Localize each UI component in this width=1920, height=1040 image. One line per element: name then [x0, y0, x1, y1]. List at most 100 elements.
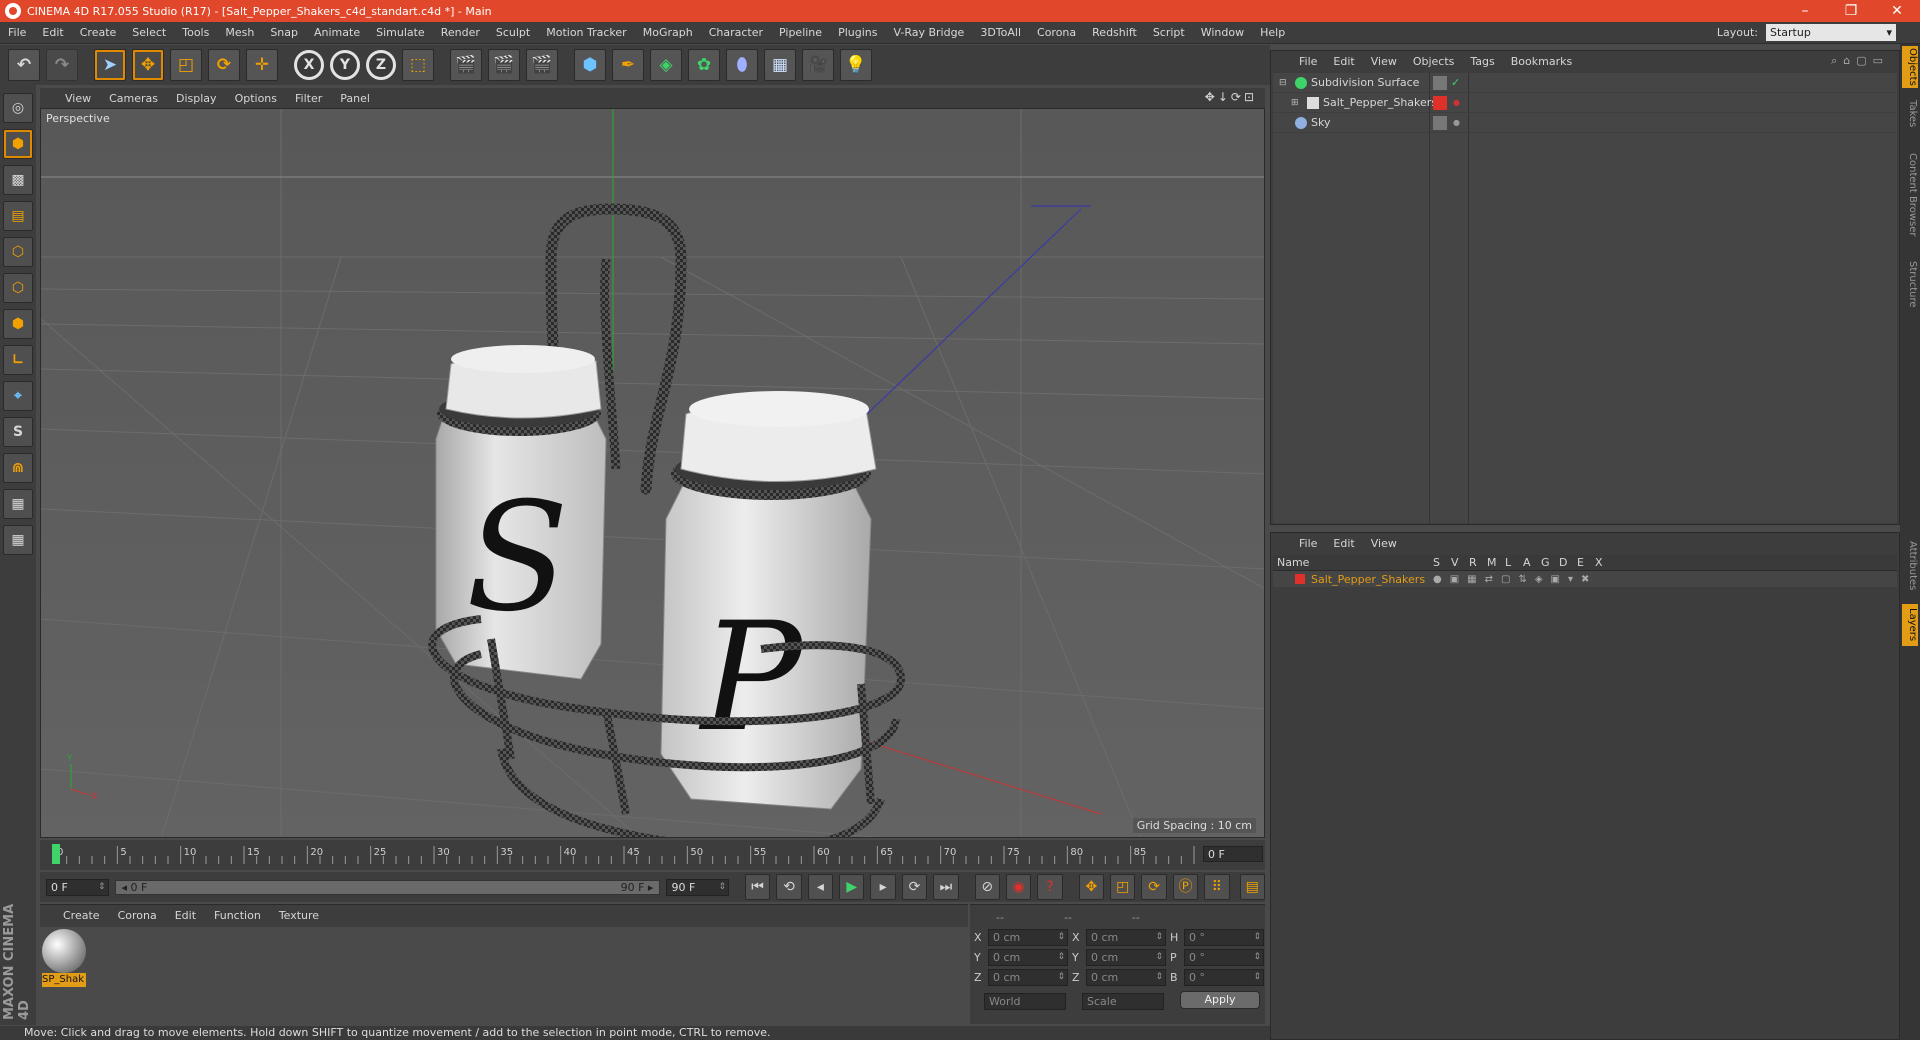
viewport-menu-options[interactable]: Options [226, 92, 286, 105]
pos-z-field[interactable]: 0 cm [988, 969, 1068, 986]
points-mode-button[interactable]: ⬡ [3, 237, 33, 267]
render-to-picture-viewer-button[interactable]: 🎬 [488, 49, 520, 81]
viewport-menu-view[interactable]: View [56, 92, 100, 105]
layer-col-expressions[interactable]: E [1577, 556, 1584, 569]
layer-col-name[interactable]: Name [1277, 556, 1309, 569]
side-tab-objects[interactable]: Objects [1902, 46, 1918, 88]
viewport-menu-cameras[interactable]: Cameras [100, 92, 167, 105]
apply-button[interactable]: Apply [1180, 991, 1260, 1009]
frame-range-slider[interactable]: ◂ 0 F 90 F ▸ [114, 879, 661, 895]
object-row[interactable]: Sky ● [1273, 113, 1897, 133]
layer-row[interactable]: Salt_Pepper_Shakers ●▣▦⇄▢⇅◈▣▾✖ [1273, 571, 1897, 587]
menu-help[interactable]: Help [1252, 26, 1293, 39]
go-to-end-button[interactable]: ⏭ [933, 874, 959, 900]
menu-select[interactable]: Select [124, 26, 174, 39]
menu-create[interactable]: Create [72, 26, 125, 39]
add-cube-button[interactable]: ⬢ [574, 49, 606, 81]
perspective-viewport[interactable]: S P Y X Perspective Grid Spacing : 10 cm [40, 108, 1265, 838]
object-row[interactable]: ⊞ Salt_Pepper_Shakers ● [1273, 93, 1897, 113]
viewport-menu-panel[interactable]: Panel [331, 92, 379, 105]
menu-simulate[interactable]: Simulate [368, 26, 433, 39]
layer-col-render[interactable]: R [1469, 556, 1477, 569]
y-axis-lock-button[interactable]: Y [330, 50, 360, 80]
add-floor-button[interactable]: ▦ [764, 49, 796, 81]
side-tab-content-browser[interactable]: Content Browser [1902, 140, 1918, 250]
edges-mode-button[interactable]: ⬡ [3, 273, 33, 303]
rot-p-field[interactable]: 0 ° [1184, 949, 1264, 966]
menu-window[interactable]: Window [1193, 26, 1252, 39]
playhead-marker[interactable] [52, 844, 60, 864]
menu-character[interactable]: Character [701, 26, 771, 39]
key-parameter-button[interactable]: Ⓟ [1172, 874, 1199, 900]
menu-vray-bridge[interactable]: V-Ray Bridge [885, 26, 972, 39]
layer-menu-file[interactable]: File [1291, 537, 1325, 550]
layer-col-manager[interactable]: M [1487, 556, 1497, 569]
coordinate-system-button[interactable]: ⬚ [402, 49, 434, 81]
viewport-navigation-icons[interactable]: ✥↓⟳⊡ [1205, 90, 1257, 104]
polygons-mode-button[interactable]: ⬢ [3, 309, 33, 339]
layer-flag-icons[interactable]: ●▣▦⇄▢⇅◈▣▾✖ [1433, 574, 1597, 585]
layer-col-solo[interactable]: S [1433, 556, 1440, 569]
visibility-toggle-icon[interactable] [1433, 116, 1447, 130]
make-editable-button[interactable]: ◎ [3, 93, 33, 123]
visibility-dots-icon[interactable]: ● [1453, 118, 1460, 127]
layer-color-icon[interactable] [1433, 96, 1447, 110]
side-tab-structure[interactable]: Structure [1902, 254, 1918, 314]
layer-col-locked[interactable]: L [1505, 556, 1511, 569]
object-menu-edit[interactable]: Edit [1325, 55, 1362, 68]
layer-col-animation[interactable]: A [1523, 556, 1531, 569]
layer-col-visible[interactable]: V [1451, 556, 1459, 569]
close-button[interactable]: ✕ [1874, 0, 1920, 22]
axis-mode-button[interactable]: ∟ [3, 345, 33, 375]
key-rotation-button[interactable]: ⟳ [1141, 874, 1167, 900]
add-deformer-button[interactable]: ⬮ [726, 49, 758, 81]
minimize-button[interactable]: – [1782, 0, 1828, 22]
object-menu-objects[interactable]: Objects [1405, 55, 1463, 68]
menu-edit[interactable]: Edit [34, 26, 71, 39]
live-selection-button[interactable]: ➤ [94, 49, 126, 81]
add-pen-button[interactable]: ✒ [612, 49, 644, 81]
add-camera-button[interactable]: 🎥 [802, 49, 834, 81]
size-z-field[interactable]: 0 cm [1086, 969, 1166, 986]
collapse-icon[interactable]: ⊟ [1279, 78, 1291, 88]
motion-path-button[interactable]: ⊘ [974, 874, 1000, 900]
move-tool-button[interactable]: ✥ [132, 49, 164, 81]
render-settings-button[interactable]: 🎬 [526, 49, 558, 81]
menu-script[interactable]: Script [1145, 26, 1193, 39]
menu-plugins[interactable]: Plugins [830, 26, 885, 39]
go-to-start-button[interactable]: ⏮ [744, 874, 771, 900]
material-menu-function[interactable]: Function [205, 909, 270, 922]
visibility-toggle-icon[interactable] [1433, 76, 1447, 90]
timeline-window-button[interactable]: ▤ [1239, 874, 1265, 900]
add-subdivision-button[interactable]: ◈ [650, 49, 682, 81]
menu-mograph[interactable]: MoGraph [635, 26, 701, 39]
material-menu-edit[interactable]: Edit [166, 909, 205, 922]
object-panel-nav-icons[interactable]: ⌕⌂▢▭ [1831, 54, 1889, 68]
enabled-check-icon[interactable]: ✓ [1451, 76, 1460, 89]
scale-tool-button[interactable]: ◰ [170, 49, 202, 81]
redo-button[interactable]: ↷ [46, 49, 78, 81]
pos-x-field[interactable]: 0 cm [988, 929, 1068, 946]
next-frame-button[interactable]: ▸ [870, 874, 896, 900]
material-menu-texture[interactable]: Texture [270, 909, 328, 922]
material-menu-corona[interactable]: Corona [109, 909, 166, 922]
size-y-field[interactable]: 0 cm [1086, 949, 1166, 966]
play-button[interactable]: ▶ [839, 874, 865, 900]
side-tab-attributes[interactable]: Attributes [1902, 534, 1918, 598]
x-axis-lock-button[interactable]: X [294, 50, 324, 80]
menu-file[interactable]: File [0, 26, 34, 39]
menu-3dtoall[interactable]: 3DToAll [972, 26, 1029, 39]
timeline-ruler[interactable]: 051015202530354045505560657075808590 0 F [40, 840, 1265, 870]
material-menu-create[interactable]: Create [54, 909, 109, 922]
workplane-mode-button[interactable]: ▤ [3, 201, 33, 231]
layer-color-swatch[interactable] [1295, 574, 1305, 584]
object-menu-tags[interactable]: Tags [1462, 55, 1502, 68]
layout-dropdown[interactable]: Startup [1766, 24, 1896, 41]
size-x-field[interactable]: 0 cm [1086, 929, 1166, 946]
viewport-menu-filter[interactable]: Filter [286, 92, 331, 105]
object-menu-file[interactable]: File [1291, 55, 1325, 68]
layer-menu-edit[interactable]: Edit [1325, 537, 1362, 550]
side-tab-layers[interactable]: Layers [1902, 604, 1918, 646]
side-tab-takes[interactable]: Takes [1902, 94, 1918, 134]
menu-animate[interactable]: Animate [306, 26, 368, 39]
